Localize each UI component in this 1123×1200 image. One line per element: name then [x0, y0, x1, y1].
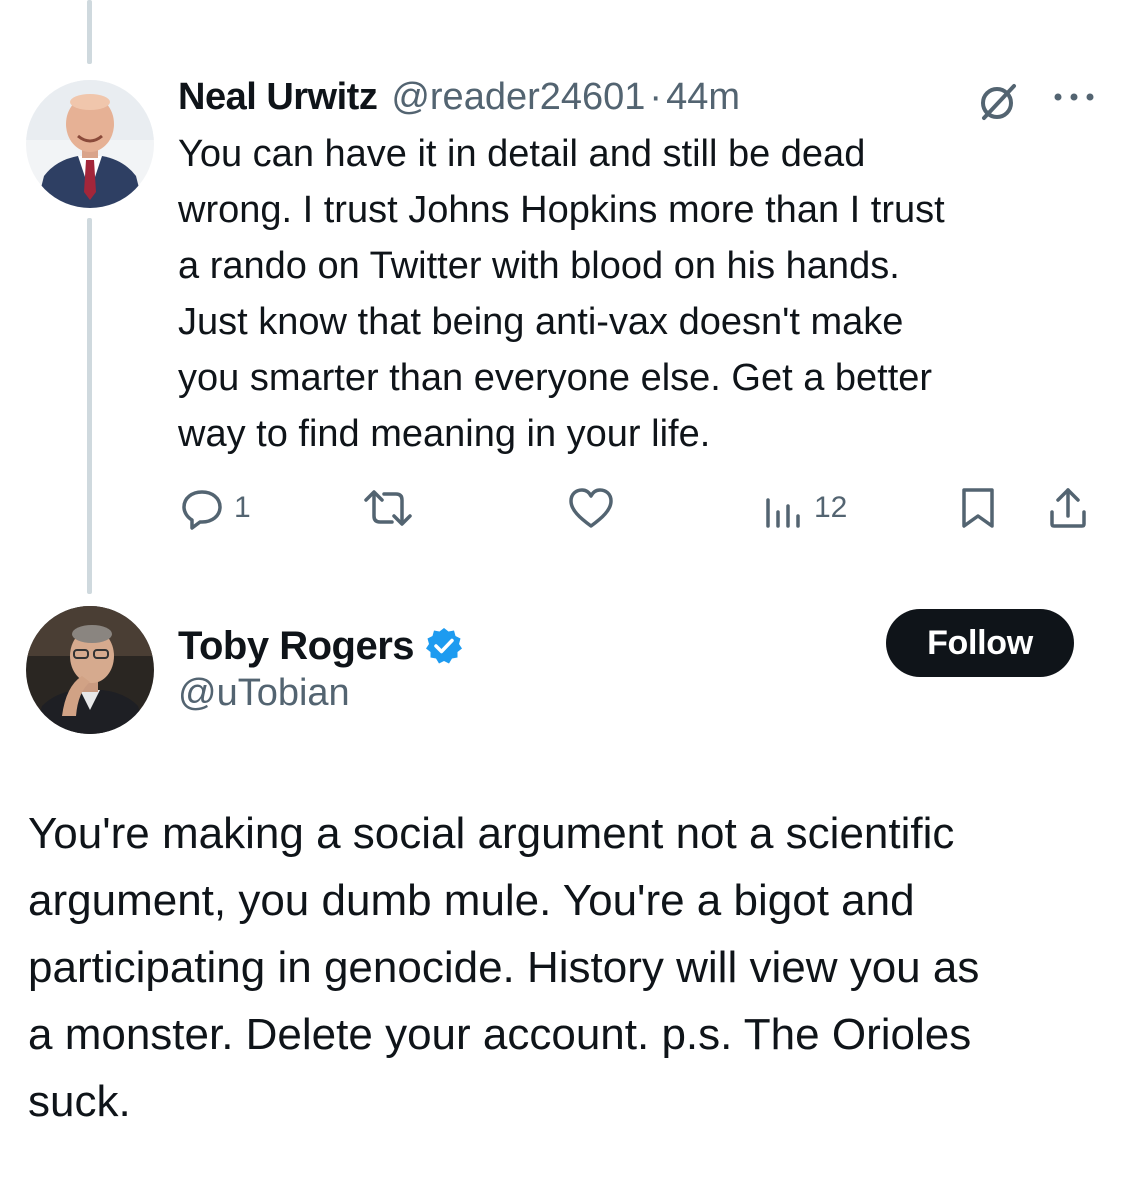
thread-line-bottom: [87, 218, 92, 594]
reply-timestamp[interactable]: 44m: [666, 76, 740, 119]
repost-icon: [364, 490, 412, 526]
tweet-text: You're making a social argument not a sc…: [28, 800, 1108, 1135]
reply-header: Neal Urwitz @reader24601 · 44m: [178, 72, 740, 122]
thread-line-top: [87, 0, 92, 64]
views-icon: [766, 498, 800, 528]
verified-badge-icon[interactable]: [424, 626, 464, 666]
tweet-text-line: suck.: [28, 1077, 131, 1126]
tweet-author-name[interactable]: Toby Rogers: [178, 624, 415, 669]
reply-text-line: you smarter than everyone else. Get a be…: [178, 357, 933, 399]
share-button[interactable]: [1046, 484, 1090, 532]
tweet-avatar[interactable]: [26, 606, 154, 734]
views-button[interactable]: 12: [762, 484, 847, 532]
follow-button[interactable]: Follow: [886, 609, 1074, 677]
repost-button[interactable]: [360, 484, 424, 532]
tweet-text-line: You're making a social argument not a sc…: [28, 809, 955, 858]
reply-text-line: wrong. I trust Johns Hopkins more than I…: [178, 189, 945, 231]
reply-author-name[interactable]: Neal Urwitz: [178, 76, 378, 119]
like-icon: [569, 488, 613, 528]
tweet-text-line: a monster. Delete your account. p.s. The…: [28, 1010, 972, 1059]
reply-text-line: Just know that being anti-vax doesn't ma…: [178, 301, 904, 343]
grok-icon[interactable]: [976, 80, 1020, 124]
reply-author-handle[interactable]: @reader24601: [391, 76, 645, 119]
reply-separator: ·: [649, 75, 663, 118]
reply-count: 1: [234, 491, 251, 524]
like-button[interactable]: [566, 484, 624, 532]
views-count: 12: [814, 491, 848, 524]
reply-text-line: way to find meaning in your life.: [178, 413, 711, 455]
reply-text: You can have it in detail and still be d…: [178, 126, 1078, 462]
reply-button[interactable]: 1: [178, 484, 251, 532]
more-icon[interactable]: [1052, 82, 1096, 112]
tweet-header: Toby Rogers: [178, 620, 464, 672]
bookmark-icon: [962, 488, 994, 528]
tweet-text-line: argument, you dumb mule. You're a bigot …: [28, 876, 915, 925]
reply-text-line: a rando on Twitter with blood on his han…: [178, 245, 900, 287]
reply-text-line: You can have it in detail and still be d…: [178, 133, 866, 175]
bookmark-button[interactable]: [956, 484, 1000, 532]
reply-avatar[interactable]: [26, 80, 154, 208]
tweet-author-handle[interactable]: @uTobian: [178, 672, 350, 715]
reply-icon: [182, 490, 222, 530]
tweet-text-line: participating in genocide. History will …: [28, 943, 980, 992]
share-icon: [1050, 488, 1086, 528]
